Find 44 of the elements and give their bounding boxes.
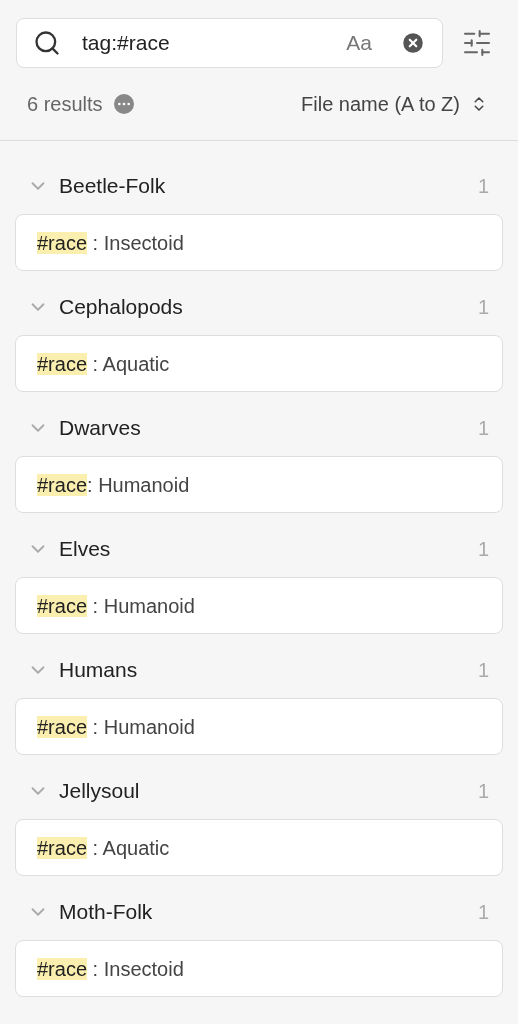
match-text: #race : Insectoid bbox=[37, 956, 184, 982]
match-card[interactable]: #race : Insectoid bbox=[15, 214, 503, 271]
results-count: 6 results bbox=[27, 92, 103, 117]
match-count: 1 bbox=[477, 537, 489, 562]
clear-icon[interactable] bbox=[400, 30, 426, 56]
search-field[interactable]: tag:#race Aa bbox=[16, 18, 443, 68]
file-title: Jellysoul bbox=[59, 778, 141, 805]
match-card[interactable]: #race: Humanoid bbox=[15, 456, 503, 513]
file-title: Beetle-Folk bbox=[59, 173, 167, 200]
match-text: #race : Aquatic bbox=[37, 351, 170, 377]
match-card[interactable]: #race : Humanoid bbox=[15, 577, 503, 634]
result-group-header[interactable]: Cephalopods 1 bbox=[15, 286, 503, 328]
match-count: 1 bbox=[477, 295, 489, 320]
result-group-header[interactable]: Moth-Folk 1 bbox=[15, 891, 503, 933]
file-title: Cephalopods bbox=[59, 294, 184, 321]
match-count: 1 bbox=[477, 900, 489, 925]
file-title: Moth-Folk bbox=[59, 899, 154, 926]
file-title: Humans bbox=[59, 657, 139, 684]
match-text: #race: Humanoid bbox=[37, 472, 190, 498]
match-text: #race : Humanoid bbox=[37, 593, 195, 619]
match-text: #race : Insectoid bbox=[37, 230, 184, 256]
match-text: #race : Humanoid bbox=[37, 714, 195, 740]
result-group-header[interactable]: Elves 1 bbox=[15, 528, 503, 570]
match-count: 1 bbox=[477, 174, 489, 199]
more-icon[interactable] bbox=[113, 94, 134, 114]
settings-icon[interactable] bbox=[461, 27, 493, 59]
match-card[interactable]: #race : Aquatic bbox=[15, 819, 503, 876]
match-count: 1 bbox=[477, 416, 489, 441]
match-count: 1 bbox=[477, 779, 489, 804]
match-text: #race : Aquatic bbox=[37, 835, 170, 861]
match-card[interactable]: #race : Insectoid bbox=[15, 940, 503, 997]
search-input[interactable]: tag:#race bbox=[82, 27, 347, 59]
match-card[interactable]: #race : Humanoid bbox=[15, 698, 503, 755]
result-group-header[interactable]: Dwarves 1 bbox=[15, 407, 503, 449]
file-title: Dwarves bbox=[59, 415, 142, 442]
match-card[interactable]: #race : Aquatic bbox=[15, 335, 503, 392]
search-icon bbox=[33, 29, 61, 57]
result-group-header[interactable]: Humans 1 bbox=[15, 649, 503, 691]
sort-dropdown[interactable]: File name (A to Z) bbox=[301, 89, 488, 119]
file-title: Elves bbox=[59, 536, 112, 563]
result-group-header[interactable]: Jellysoul 1 bbox=[15, 770, 503, 812]
match-case-toggle[interactable]: Aa bbox=[346, 27, 372, 59]
result-group-header[interactable]: Beetle-Folk 1 bbox=[15, 165, 503, 207]
match-count: 1 bbox=[477, 658, 489, 683]
